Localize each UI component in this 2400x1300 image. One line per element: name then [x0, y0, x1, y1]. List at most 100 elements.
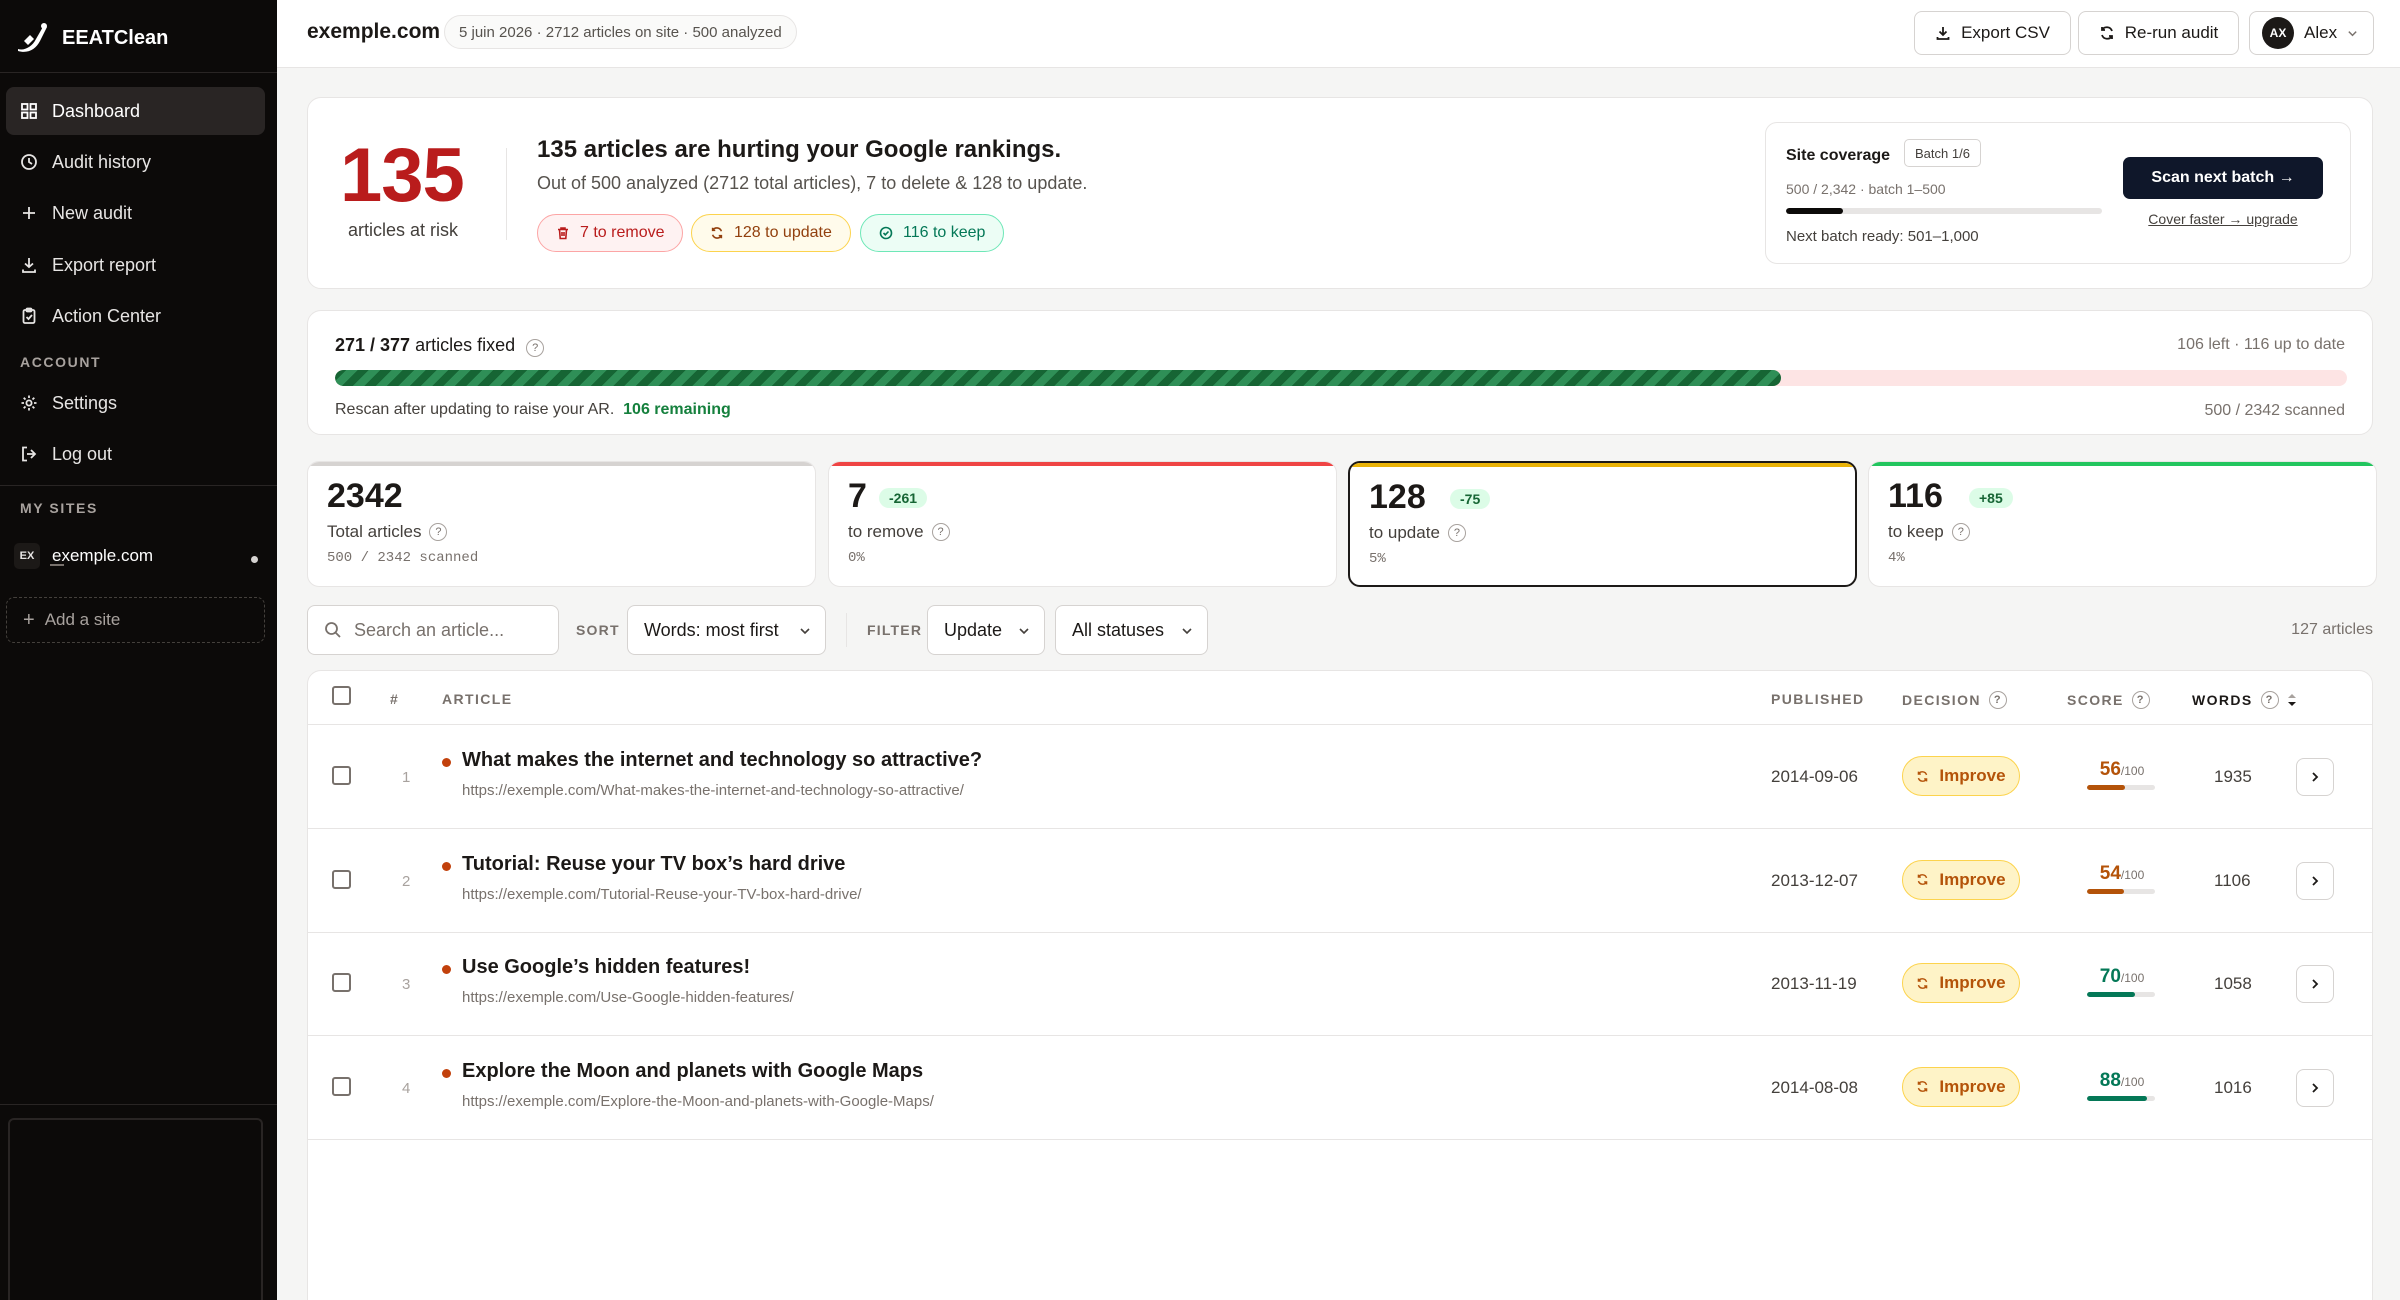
download-icon: [22, 258, 36, 273]
sidebar-item-dashboard[interactable]: Dashboard: [6, 87, 265, 135]
search-icon: [325, 622, 341, 638]
refresh-icon: [1918, 977, 1928, 989]
grid-icon: [21, 103, 37, 119]
stat-card-keep[interactable]: 116 +85 to keep? 4%: [1868, 461, 2377, 587]
decision-badge[interactable]: Improve: [1902, 963, 2020, 1003]
open-article-button[interactable]: [2296, 861, 2334, 900]
table-row[interactable]: 1 What makes the internet and technology …: [308, 725, 2372, 829]
search-input[interactable]: [354, 619, 544, 641]
help-icon[interactable]: ?: [526, 339, 545, 357]
logout-icon: [22, 446, 37, 462]
user-name: Alex: [2304, 23, 2338, 42]
sidebar-item-log-out[interactable]: Log out: [6, 430, 265, 478]
fixed-count: 271 / 377: [335, 335, 411, 355]
export-csv-button[interactable]: Export CSV: [1914, 11, 2071, 55]
help-icon[interactable]: ?: [1988, 691, 2007, 709]
column-score-label: SCORE: [2067, 692, 2124, 708]
to-remove-pill[interactable]: 7 to remove: [537, 214, 684, 252]
article-url[interactable]: https://exemple.com/Explore-the-Moon-and…: [462, 1093, 934, 1110]
to-update-pill[interactable]: 128 to update: [691, 214, 851, 252]
sidebar-item-audit-history[interactable]: Audit history: [6, 138, 265, 186]
upgrade-link[interactable]: Cover faster → upgrade: [2123, 211, 2323, 227]
topbar: exemple.com 5 juin 2026 · 2712 articles …: [277, 0, 2400, 68]
trash-icon: [558, 227, 568, 240]
score-value: 88: [2099, 1069, 2121, 1091]
download-icon: [1936, 27, 1950, 40]
score-meter: 70/100: [2087, 966, 2157, 997]
word-count: 1058: [2214, 974, 2252, 993]
help-icon[interactable]: ?: [2260, 691, 2279, 709]
sidebar-item-export-report[interactable]: Export report: [6, 241, 265, 289]
help-icon[interactable]: ?: [1951, 523, 1970, 541]
decision-filter-select[interactable]: Update: [927, 605, 1045, 655]
risk-subtitle: Out of 500 analyzed (2712 total articles…: [537, 173, 1088, 193]
article-url[interactable]: https://exemple.com/What-makes-the-inter…: [462, 782, 964, 799]
status-filter-select[interactable]: All statuses: [1055, 605, 1208, 655]
rerun-audit-label: Re-run audit: [2124, 23, 2219, 42]
table-row[interactable]: 3 Use Google’s hidden features! https://ex…: [308, 932, 2372, 1036]
article-title[interactable]: What makes the internet and technology s…: [462, 749, 982, 772]
column-words[interactable]: WORDS?: [2192, 691, 2297, 709]
refresh-icon: [711, 227, 723, 239]
article-title[interactable]: Explore the Moon and planets with Google…: [462, 1060, 923, 1083]
scan-next-batch-button[interactable]: Scan next batch →: [2123, 157, 2323, 199]
column-published[interactable]: PUBLISHED: [1771, 691, 1865, 707]
stat-delta-badge: +85: [1969, 488, 2013, 508]
site-item-exemple[interactable]: EX exemple.com: [14, 536, 264, 576]
rerun-audit-button[interactable]: Re-run audit: [2078, 11, 2239, 55]
sort-select[interactable]: Words: most first: [627, 605, 826, 655]
chevron-down-icon: [800, 628, 810, 635]
open-article-button[interactable]: [2296, 1068, 2334, 1107]
row-checkbox[interactable]: [332, 973, 351, 992]
open-article-button[interactable]: [2296, 965, 2334, 1003]
plus-icon: +: [23, 609, 35, 631]
row-checkbox[interactable]: [332, 1076, 351, 1096]
open-article-button[interactable]: [2296, 758, 2334, 796]
column-score[interactable]: SCORE?: [2067, 691, 2150, 709]
score-bar-fill: [2087, 785, 2126, 790]
row-checkbox[interactable]: [332, 869, 351, 889]
user-menu-button[interactable]: AX Alex: [2249, 11, 2374, 55]
stat-card-update[interactable]: 128 -75 to update? 5%: [1348, 461, 1857, 587]
stat-value: 128: [1369, 478, 1426, 516]
column-article[interactable]: ARTICLE: [442, 691, 512, 707]
brand[interactable]: EEATClean: [14, 18, 168, 58]
column-decision[interactable]: DECISION?: [1902, 691, 2007, 709]
fixed-label: articles fixed: [410, 335, 516, 355]
table-row[interactable]: 2 Tutorial: Reuse your TV box’s hard driv…: [308, 829, 2372, 933]
stat-accent: [308, 462, 815, 466]
article-url[interactable]: https://exemple.com/Use-Google-hidden-fe…: [462, 989, 794, 1006]
score-max: /100: [2120, 764, 2145, 778]
help-icon[interactable]: ?: [1447, 524, 1466, 542]
row-checkbox[interactable]: [332, 766, 351, 785]
site-subtitle-placeholder: [50, 564, 64, 566]
score-bar: [2087, 785, 2155, 790]
site-coverage-panel: Site coverage Batch 1/6 500 / 2,342 · ba…: [1765, 122, 2351, 264]
article-title[interactable]: Tutorial: Reuse your TV box’s hard drive: [462, 853, 845, 876]
add-site-button[interactable]: + Add a site: [6, 597, 265, 643]
article-url[interactable]: https://exemple.com/Tutorial-Reuse-your-…: [462, 886, 862, 903]
score-bar-fill: [2087, 1095, 2147, 1101]
select-all-checkbox[interactable]: [332, 686, 351, 705]
decision-badge[interactable]: Improve: [1902, 859, 2020, 900]
table-row[interactable]: 4 Explore the Moon and planets with Googl…: [308, 1036, 2372, 1140]
score-meter: 56/100: [2087, 759, 2157, 790]
sidebar-item-action-center[interactable]: Action Center: [6, 292, 265, 340]
to-keep-pill[interactable]: 116 to keep: [860, 214, 1005, 252]
sidebar-item-label: Settings: [52, 392, 118, 413]
help-icon[interactable]: ?: [2131, 691, 2150, 709]
article-title[interactable]: Use Google’s hidden features!: [462, 956, 750, 979]
search-field[interactable]: [307, 605, 559, 655]
coverage-progress-fill: [1786, 208, 1843, 214]
decision-label: Improve: [1939, 869, 2006, 889]
row-index: 3: [402, 976, 411, 993]
sidebar-item-new-audit[interactable]: New audit: [6, 189, 265, 237]
sidebar-item-settings[interactable]: Settings: [6, 379, 265, 427]
stat-card-remove[interactable]: 7 -261 to remove? 0%: [828, 461, 1337, 587]
stat-card-total[interactable]: 2342 Total articles? 500 / 2342 scanned: [307, 461, 816, 587]
help-icon[interactable]: ?: [429, 523, 448, 541]
decision-badge[interactable]: Improve: [1902, 1066, 2020, 1107]
sidebar-divider: [0, 72, 277, 73]
help-icon[interactable]: ?: [931, 523, 950, 541]
decision-badge[interactable]: Improve: [1902, 756, 2020, 796]
